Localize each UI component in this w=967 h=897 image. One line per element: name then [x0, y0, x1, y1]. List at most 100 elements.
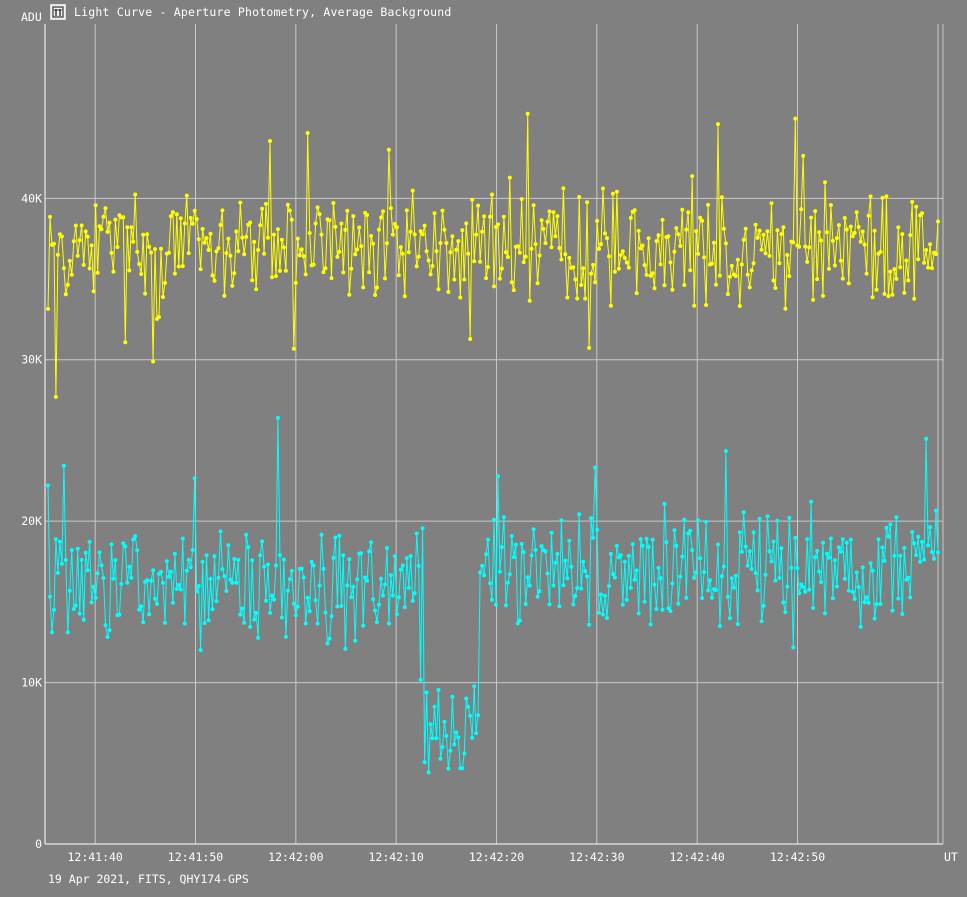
data-point [563, 252, 568, 257]
data-point [672, 249, 677, 254]
data-point [478, 259, 483, 264]
data-point [759, 247, 764, 252]
data-point [632, 577, 637, 582]
data-point [63, 292, 68, 297]
data-point [607, 584, 611, 588]
data-point [250, 558, 255, 563]
data-point [890, 292, 895, 297]
data-point [133, 192, 138, 197]
data-point [793, 535, 798, 540]
data-point [327, 636, 332, 641]
data-point [307, 609, 312, 614]
data-point [349, 595, 354, 600]
data-point [394, 612, 399, 617]
data-point [840, 276, 845, 281]
data-point [486, 537, 490, 542]
data-point [902, 546, 907, 550]
data-point [660, 607, 665, 612]
data-point [567, 538, 572, 543]
data-point [565, 576, 570, 581]
data-point [81, 262, 86, 267]
data-point [787, 274, 792, 279]
data-point [815, 548, 820, 553]
data-point [293, 613, 298, 618]
data-point [260, 539, 265, 544]
data-point [805, 259, 810, 264]
data-point [575, 585, 580, 590]
data-point [188, 215, 193, 220]
data-point [636, 611, 641, 616]
data-point [880, 195, 885, 200]
data-point [870, 295, 875, 300]
data-point [331, 555, 336, 560]
data-point [206, 248, 211, 252]
data-point [852, 230, 857, 235]
data-point [161, 295, 165, 299]
data-point [838, 258, 843, 263]
data-point [224, 589, 229, 593]
data-point [924, 248, 929, 252]
data-point [914, 553, 919, 557]
data-point [721, 564, 726, 569]
data-point [93, 595, 98, 600]
data-point [490, 597, 494, 602]
data-point [186, 557, 191, 562]
data-point [402, 294, 407, 299]
data-point [860, 565, 865, 570]
data-point [636, 228, 641, 233]
data-point [771, 539, 776, 544]
data-point [141, 620, 146, 625]
data-point [386, 147, 391, 152]
data-point [654, 239, 659, 244]
data-point [204, 236, 209, 240]
data-point [61, 463, 66, 468]
data-point [446, 290, 451, 294]
data-point [579, 586, 584, 591]
data-point [908, 595, 913, 600]
data-point [480, 563, 485, 568]
data-point [599, 592, 603, 597]
data-point [234, 580, 239, 585]
data-point [614, 189, 619, 194]
data-point [194, 217, 199, 222]
data-point [813, 555, 818, 560]
data-point [934, 508, 938, 513]
data-point [484, 276, 489, 281]
data-point [918, 559, 923, 564]
data-point [236, 557, 241, 562]
data-point [105, 635, 110, 639]
y-axis-label: ADU [21, 10, 42, 24]
data-point [105, 229, 110, 234]
data-point [329, 276, 334, 281]
data-point [109, 542, 114, 547]
data-point [258, 223, 263, 228]
data-point [607, 254, 611, 259]
data-point [791, 645, 796, 650]
data-point [438, 756, 443, 761]
data-point [254, 610, 259, 615]
data-point [783, 610, 788, 615]
data-point [858, 624, 863, 629]
data-point [920, 539, 925, 544]
data-point [557, 604, 562, 609]
data-point [757, 516, 762, 521]
data-point [323, 266, 328, 271]
data-point [222, 293, 227, 298]
data-point [107, 220, 112, 225]
data-point [781, 600, 786, 605]
data-point [293, 280, 298, 285]
data-point [577, 512, 582, 517]
data-point [704, 519, 709, 524]
data-point [801, 585, 806, 590]
data-point [492, 517, 496, 522]
data-point [593, 280, 598, 285]
data-point [333, 224, 338, 229]
data-point [115, 245, 120, 249]
data-point [87, 266, 92, 271]
data-point [523, 254, 528, 259]
data-point [57, 539, 62, 544]
data-point [880, 545, 885, 550]
data-point [159, 569, 163, 574]
data-point [573, 594, 578, 598]
data-point [747, 285, 752, 290]
